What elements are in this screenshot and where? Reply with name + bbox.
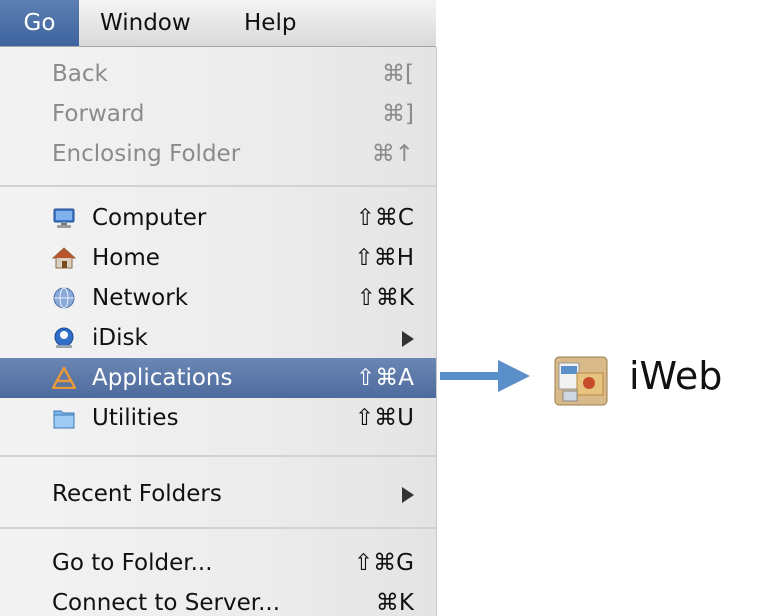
menu-item-computer[interactable]: Computer ⇧⌘C <box>0 198 436 238</box>
menu-item-go-to-folder[interactable]: Go to Folder... ⇧⌘G <box>0 543 436 583</box>
menu-item-shortcut: ⌘] <box>382 101 414 127</box>
menu-item-shortcut: ⇧⌘H <box>354 245 414 271</box>
applications-icon <box>52 367 76 389</box>
menu-item-label: Network <box>92 285 189 311</box>
home-icon <box>52 247 76 269</box>
menu-item-label: Back <box>52 61 108 87</box>
menu-item-enclosing-folder: Enclosing Folder ⌘↑ <box>0 134 436 174</box>
menu-item-label: iDisk <box>92 325 148 351</box>
menu-item-recent-folders[interactable]: Recent Folders <box>0 474 436 514</box>
menu-separator <box>0 455 436 457</box>
submenu-arrow-icon <box>402 331 414 347</box>
callout-arrow-icon <box>440 360 530 392</box>
menu-item-shortcut: ⇧⌘U <box>354 405 414 431</box>
menu-go[interactable]: Go <box>0 0 79 46</box>
menu-item-label: Enclosing Folder <box>52 141 241 167</box>
menu-item-shortcut: ⌘K <box>375 590 414 616</box>
menu-item-label: Utilities <box>92 405 179 431</box>
network-icon <box>53 287 75 309</box>
computer-icon <box>53 208 75 228</box>
menu-item-shortcut: ⌘↑ <box>371 141 414 167</box>
menu-separator <box>0 527 436 529</box>
menu-item-shortcut: ⌘[ <box>382 61 414 87</box>
submenu-arrow-icon <box>402 487 414 503</box>
menu-item-network[interactable]: Network ⇧⌘K <box>0 278 436 318</box>
menu-item-shortcut: ⇧⌘A <box>355 365 414 391</box>
menu-item-home[interactable]: Home ⇧⌘H <box>0 238 436 278</box>
menu-item-label: Recent Folders <box>52 481 222 507</box>
idisk-icon <box>54 327 74 348</box>
iweb-icon <box>554 356 608 406</box>
menu-item-applications[interactable]: Applications ⇧⌘A <box>0 358 436 398</box>
menu-item-shortcut: ⇧⌘K <box>356 285 414 311</box>
menu-window[interactable]: Window <box>100 0 191 46</box>
menu-item-idisk[interactable]: iDisk <box>0 318 436 358</box>
go-menu-dropdown: Back ⌘[ Forward ⌘] Enclosing Folder ⌘↑ C… <box>0 47 437 616</box>
menu-bar: Go Window Help <box>0 0 436 47</box>
menu-item-utilities[interactable]: Utilities ⇧⌘U <box>0 398 436 438</box>
menu-item-shortcut: ⇧⌘G <box>353 550 414 576</box>
menu-item-back: Back ⌘[ <box>0 54 436 94</box>
menu-item-label: Connect to Server... <box>52 590 281 616</box>
utilities-folder-icon <box>53 410 75 429</box>
menu-help[interactable]: Help <box>244 0 296 46</box>
menu-item-connect-to-server[interactable]: Connect to Server... ⌘K <box>0 583 436 616</box>
menu-item-label: Computer <box>92 205 207 231</box>
menu-item-forward: Forward ⌘] <box>0 94 436 134</box>
menu-separator <box>0 185 436 187</box>
menu-item-label: Go to Folder... <box>52 550 213 576</box>
iweb-label: iWeb <box>629 354 723 398</box>
menu-item-label: Forward <box>52 101 145 127</box>
menu-item-label: Applications <box>92 365 233 391</box>
menu-item-label: Home <box>92 245 160 271</box>
menu-item-shortcut: ⇧⌘C <box>355 205 414 231</box>
